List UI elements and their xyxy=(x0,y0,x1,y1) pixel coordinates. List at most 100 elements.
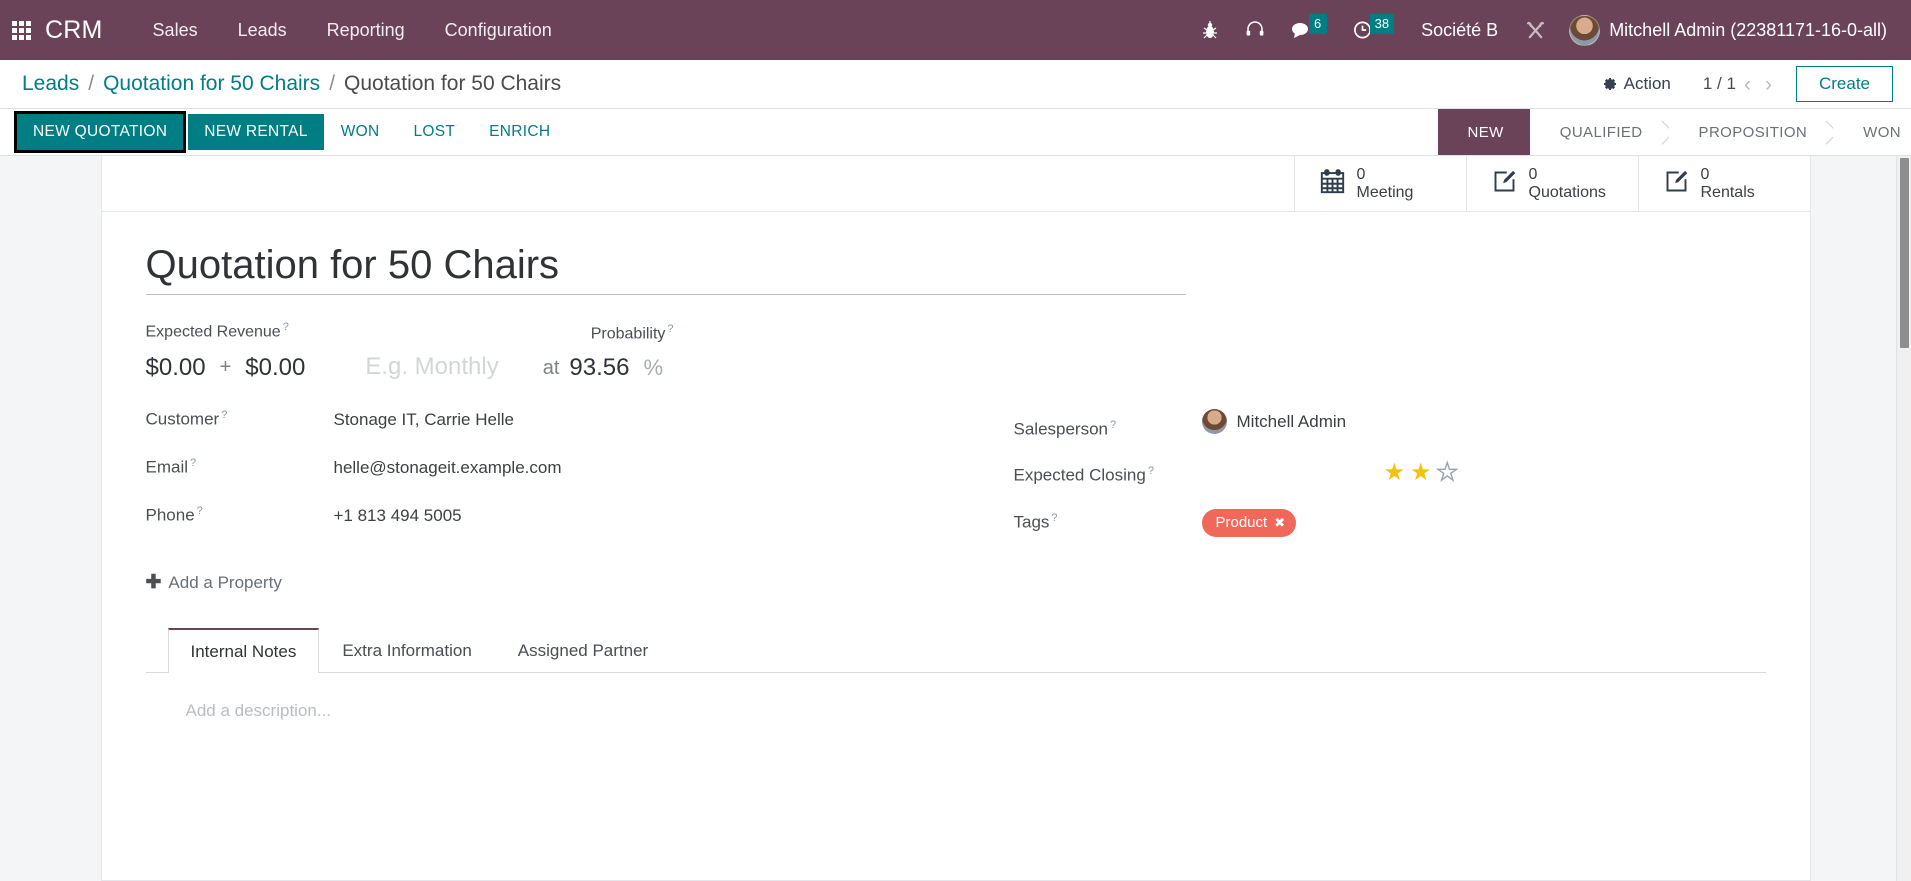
email-label: Email? xyxy=(145,457,197,477)
help-icon[interactable]: ? xyxy=(190,457,196,469)
tools-icon[interactable] xyxy=(1512,12,1559,48)
add-property-button[interactable]: ✚ Add a Property xyxy=(146,571,282,594)
email-value[interactable]: helle@stonageit.example.com xyxy=(334,458,562,478)
stat-button-quotations[interactable]: 0 Quotations xyxy=(1465,156,1638,211)
won-button[interactable]: WON xyxy=(324,114,397,150)
star-filled-icon[interactable]: ★ xyxy=(1384,461,1406,485)
scrollbar-thumb[interactable] xyxy=(1900,158,1909,348)
tab-extra-information[interactable]: Extra Information xyxy=(319,628,494,673)
app-brand-crm[interactable]: CRM xyxy=(45,16,103,45)
stat-text: 0 Quotations xyxy=(1529,166,1606,202)
main-menu: Sales Leads Reporting Configuration xyxy=(133,12,572,49)
stat-label: Quotations xyxy=(1528,183,1606,201)
expected-closing-label: Expected Closing? xyxy=(1013,464,1154,485)
control-panel: Leads / Quotation for 50 Chairs / Quotat… xyxy=(0,60,1911,109)
stat-label: Meeting xyxy=(1356,183,1414,201)
action-label: Action xyxy=(1623,74,1671,93)
priority-stars: ★ ★ ★ xyxy=(1384,460,1459,485)
messages-button[interactable]: 6 xyxy=(1278,12,1340,48)
stage-qualified[interactable]: QUALIFIED xyxy=(1529,109,1674,155)
help-icon[interactable]: ? xyxy=(1051,512,1057,524)
new-quotation-button[interactable]: NEW QUOTATION xyxy=(17,114,184,150)
expected-revenue-value[interactable]: $0.00 xyxy=(146,354,206,381)
notebook-tabs: Internal Notes Extra Information Assigne… xyxy=(145,628,1766,674)
customer-value[interactable]: Stonage IT, Carrie Helle xyxy=(334,410,514,430)
stat-button-meeting[interactable]: 0 Meeting xyxy=(1293,156,1466,211)
field-email: Email? helle@stonageit.example.com xyxy=(146,457,956,483)
pencil-square-icon xyxy=(1663,168,1690,200)
field-phone: Phone? +1 813 494 5005 xyxy=(146,505,956,531)
calendar-icon xyxy=(1319,168,1346,200)
plus-sign: + xyxy=(219,356,232,379)
bug-icon[interactable] xyxy=(1188,12,1232,48)
menu-item-reporting[interactable]: Reporting xyxy=(307,12,425,49)
chevron-left-icon[interactable]: ‹ xyxy=(1738,74,1757,95)
customer-label: Customer? xyxy=(145,409,228,429)
breadcrumb: Leads / Quotation for 50 Chairs / Quotat… xyxy=(22,72,561,96)
breadcrumb-item-current: Quotation for 50 Chairs xyxy=(344,72,562,95)
action-menu-button[interactable]: Action xyxy=(1592,69,1681,99)
vertical-scrollbar[interactable] xyxy=(1896,156,1911,881)
form-body: Quotation for 50 Chairs Expected Revenue… xyxy=(102,212,1810,781)
stage-label: WON xyxy=(1863,123,1901,141)
tags-label: Tags? xyxy=(1013,511,1058,532)
create-button[interactable]: Create xyxy=(1795,66,1893,102)
menu-item-leads[interactable]: Leads xyxy=(218,12,307,49)
help-icon[interactable]: ? xyxy=(1148,465,1154,477)
field-salesperson: Salesperson? Mitchell Admin xyxy=(1014,409,1766,439)
probability-value[interactable]: 93.56 xyxy=(569,354,629,381)
company-switcher[interactable]: Société B xyxy=(1407,14,1512,47)
pager-value: 1 / 1 xyxy=(1702,74,1736,93)
stage-won[interactable]: WON xyxy=(1833,109,1911,155)
tag-product[interactable]: Product ✖ xyxy=(1201,509,1297,538)
help-icon[interactable]: ? xyxy=(197,505,203,517)
new-rental-button[interactable]: NEW RENTAL xyxy=(188,114,324,150)
user-menu[interactable]: Mitchell Admin (22381171-16-0-all) xyxy=(1559,11,1893,50)
salesperson-value-wrap[interactable]: Mitchell Admin xyxy=(1201,409,1347,435)
help-icon[interactable]: ? xyxy=(221,409,227,421)
enrich-button[interactable]: ENRICH xyxy=(472,114,567,150)
activities-button[interactable]: 38 xyxy=(1340,12,1407,48)
tab-internal-notes[interactable]: Internal Notes xyxy=(167,628,320,674)
top-navbar: CRM Sales Leads Reporting Configuration xyxy=(0,0,1911,60)
stage-new[interactable]: NEW xyxy=(1437,109,1545,155)
field-tags: Tags? Product ✖ xyxy=(1013,509,1766,538)
expected-revenue-row: Expected Revenue? $0.00 + $0.00 E.g. Mon… xyxy=(146,321,1766,381)
stage-pipeline: NEW QUALIFIED PROPOSITION WON xyxy=(1437,109,1911,155)
chevron-right-icon[interactable]: › xyxy=(1759,74,1778,95)
menu-item-sales[interactable]: Sales xyxy=(133,12,218,49)
star-empty-icon[interactable]: ★ xyxy=(1436,460,1459,485)
help-icon[interactable]: ? xyxy=(1110,419,1116,431)
menu-item-configuration[interactable]: Configuration xyxy=(425,12,572,49)
stage-proposition[interactable]: PROPOSITION xyxy=(1668,109,1839,155)
breadcrumb-item-leads[interactable]: Leads xyxy=(22,72,79,96)
stat-label: Rentals xyxy=(1700,183,1755,201)
help-icon[interactable]: ? xyxy=(667,323,673,335)
star-filled-icon[interactable]: ★ xyxy=(1410,461,1432,485)
close-icon[interactable]: ✖ xyxy=(1274,515,1285,531)
lost-button[interactable]: LOST xyxy=(396,114,472,150)
headset-icon[interactable] xyxy=(1232,12,1278,48)
description-input[interactable]: Add a description... xyxy=(186,701,1726,721)
page-title[interactable]: Quotation for 50 Chairs xyxy=(145,242,1186,295)
recurring-plan-placeholder[interactable]: E.g. Monthly xyxy=(365,353,498,381)
help-icon[interactable]: ? xyxy=(283,321,289,333)
pencil-square-icon xyxy=(1491,168,1518,200)
salesperson-name: Mitchell Admin xyxy=(1236,411,1347,431)
phone-value[interactable]: +1 813 494 5005 xyxy=(334,506,462,526)
plus-icon: ✚ xyxy=(145,572,162,594)
form-view-area: 0 Meeting 0 Quotations 0 Rentals Quotati… xyxy=(0,156,1911,881)
recurring-revenue-value[interactable]: $0.00 xyxy=(245,354,305,381)
stage-label: PROPOSITION xyxy=(1698,123,1808,141)
stat-button-rentals[interactable]: 0 Rentals xyxy=(1637,156,1810,211)
breadcrumb-separator: / xyxy=(329,72,336,95)
messages-badge: 6 xyxy=(1308,14,1327,34)
tab-assigned-partner[interactable]: Assigned Partner xyxy=(495,628,671,673)
grid-apps-icon[interactable] xyxy=(12,20,31,40)
user-name-label: Mitchell Admin (22381171-16-0-all) xyxy=(1609,19,1887,40)
highlight-box: NEW QUOTATION xyxy=(14,111,187,153)
field-customer: Customer? Stonage IT, Carrie Helle xyxy=(146,409,956,435)
notebook: Internal Notes Extra Information Assigne… xyxy=(145,628,1766,761)
breadcrumb-item-parent[interactable]: Quotation for 50 Chairs xyxy=(103,72,320,96)
at-word: at xyxy=(542,357,560,380)
